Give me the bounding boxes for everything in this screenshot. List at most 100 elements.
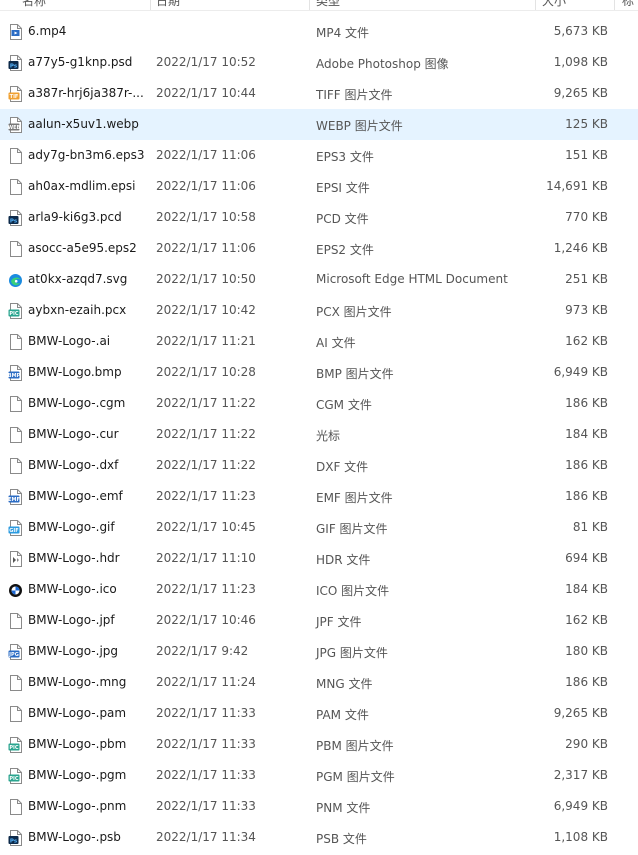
file-name: BMW-Logo-.pgm bbox=[28, 768, 127, 782]
file-date: 2022/1/17 10:44 bbox=[156, 86, 256, 100]
file-name: ady7g-bn3m6.eps3 bbox=[28, 148, 145, 162]
column-name[interactable]: 名称 bbox=[22, 0, 46, 9]
file-type: EPSI 文件 bbox=[316, 181, 370, 195]
file-row[interactable]: WEB aalun-x5uv1.webp WEBP 图片文件 125 KB bbox=[0, 109, 638, 140]
file-size: 1,108 KB bbox=[553, 830, 608, 844]
blank-file-icon bbox=[8, 179, 23, 195]
column-type[interactable]: 类型 bbox=[316, 0, 340, 9]
column-divider[interactable] bbox=[150, 0, 151, 10]
file-name: a77y5-g1knp.psd bbox=[28, 55, 133, 69]
file-date: 2022/1/17 11:06 bbox=[156, 148, 256, 162]
svg-text:WEB: WEB bbox=[8, 125, 21, 131]
file-name: BMW-Logo-.cur bbox=[28, 427, 119, 441]
column-date[interactable]: 日期 bbox=[156, 0, 180, 9]
file-name: BMW-Logo-.emf bbox=[28, 489, 123, 503]
file-size: 1,246 KB bbox=[553, 241, 608, 255]
file-row[interactable]: Ps BMW-Logo-.psb 2022/1/17 11:34 PSB 文件 1,10… bbox=[0, 822, 638, 853]
file-type: PCD 文件 bbox=[316, 212, 369, 226]
file-type: TIFF 图片文件 bbox=[316, 88, 393, 102]
file-row[interactable]: BMW-Logo-.ico 2022/1/17 11:23 ICO 图片文件 184 … bbox=[0, 574, 638, 605]
file-row[interactable]: BMP BMW-Logo.bmp 2022/1/17 10:28 BMP 图片文件 6,… bbox=[0, 357, 638, 388]
file-row[interactable]: EMF BMW-Logo-.emf 2022/1/17 11:23 EMF 图片文件 1… bbox=[0, 481, 638, 512]
file-name: ah0ax-mdlim.epsi bbox=[28, 179, 136, 193]
file-size: 6,949 KB bbox=[553, 799, 608, 813]
file-size: 180 KB bbox=[565, 644, 608, 658]
file-type: EPS2 文件 bbox=[316, 243, 374, 257]
file-size: 770 KB bbox=[565, 210, 608, 224]
column-tags[interactable]: 标 bbox=[622, 0, 634, 9]
file-date: 2022/1/17 11:22 bbox=[156, 427, 256, 441]
file-name: aalun-x5uv1.webp bbox=[28, 117, 139, 131]
gif-file-icon: GIF bbox=[8, 520, 23, 536]
file-type: PSB 文件 bbox=[316, 832, 367, 846]
photoshop-file-icon: Ps bbox=[8, 55, 23, 71]
file-row[interactable]: PIC BMW-Logo-.pbm 2022/1/17 11:33 PBM 图片文件 2… bbox=[0, 729, 638, 760]
file-row[interactable]: BMW-Logo-.cur 2022/1/17 11:22 光标 184 KB bbox=[0, 419, 638, 450]
file-name: BMW-Logo-.pam bbox=[28, 706, 127, 720]
file-row[interactable]: PIC aybxn-ezaih.pcx 2022/1/17 10:42 PCX 图片文… bbox=[0, 295, 638, 326]
file-date: 2022/1/17 11:24 bbox=[156, 675, 256, 689]
svg-text:JPG: JPG bbox=[8, 652, 19, 658]
blank-file-icon bbox=[8, 613, 23, 629]
file-type: 光标 bbox=[316, 429, 341, 443]
file-name: BMW-Logo-.dxf bbox=[28, 458, 119, 472]
file-date: 2022/1/17 11:33 bbox=[156, 706, 256, 720]
file-type: CGM 文件 bbox=[316, 398, 372, 412]
column-size[interactable]: 大小 bbox=[542, 0, 566, 9]
file-type: PBM 图片文件 bbox=[316, 739, 394, 753]
file-type: GIF 图片文件 bbox=[316, 522, 388, 536]
file-list: 6.mp4 MP4 文件 5,673 KB Ps a77y5-g1knp.psd 2022… bbox=[0, 16, 638, 853]
edge-icon bbox=[8, 272, 23, 288]
file-row[interactable]: BMW-Logo-.jpf 2022/1/17 10:46 JPF 文件 162 KB bbox=[0, 605, 638, 636]
svg-text:PIC: PIC bbox=[9, 745, 19, 751]
file-row[interactable]: ady7g-bn3m6.eps3 2022/1/17 11:06 EPS3 文件 15… bbox=[0, 140, 638, 171]
file-date: 2022/1/17 10:28 bbox=[156, 365, 256, 379]
file-name: BMW-Logo-.gif bbox=[28, 520, 115, 534]
file-row[interactable]: BMW-Logo-.pam 2022/1/17 11:33 PAM 文件 9,265 … bbox=[0, 698, 638, 729]
column-divider[interactable] bbox=[309, 0, 310, 10]
svg-text:Ps: Ps bbox=[10, 838, 18, 844]
file-row[interactable]: asocc-a5e95.eps2 2022/1/17 11:06 EPS2 文件 1,… bbox=[0, 233, 638, 264]
column-divider[interactable] bbox=[535, 0, 536, 10]
photoshop-file-icon: Ps bbox=[8, 830, 23, 846]
file-name: at0kx-azqd7.svg bbox=[28, 272, 128, 286]
blank-file-icon bbox=[8, 334, 23, 350]
file-date: 2022/1/17 11:10 bbox=[156, 551, 256, 565]
svg-text:PIC: PIC bbox=[9, 311, 19, 317]
file-type: WEBP 图片文件 bbox=[316, 119, 403, 133]
file-date: 2022/1/17 11:06 bbox=[156, 179, 256, 193]
file-row[interactable]: BMW-Logo-.pnm 2022/1/17 11:33 PNM 文件 6,949 … bbox=[0, 791, 638, 822]
svg-text:BMP: BMP bbox=[8, 373, 21, 379]
file-date: 2022/1/17 11:22 bbox=[156, 396, 256, 410]
svg-text:EMF: EMF bbox=[8, 497, 20, 503]
blank-file-icon bbox=[8, 706, 23, 722]
file-row[interactable]: ah0ax-mdlim.epsi 2022/1/17 11:06 EPSI 文件 14… bbox=[0, 171, 638, 202]
file-row[interactable]: PIC BMW-Logo-.pgm 2022/1/17 11:33 PGM 图片文件 2… bbox=[0, 760, 638, 791]
file-row[interactable]: BMW-Logo-.ai 2022/1/17 11:21 AI 文件 162 KB bbox=[0, 326, 638, 357]
file-row[interactable]: Ps arla9-ki6g3.pcd 2022/1/17 10:58 PCD 文件 77… bbox=[0, 202, 638, 233]
column-header: 名称 日期 类型 大小 标 bbox=[0, 0, 638, 11]
file-date: 2022/1/17 10:58 bbox=[156, 210, 256, 224]
file-row[interactable]: JPG BMW-Logo-.jpg 2022/1/17 9:42 JPG 图片文件 18… bbox=[0, 636, 638, 667]
column-divider[interactable] bbox=[614, 0, 615, 10]
file-row[interactable]: TIF a387r-hrj6ja387r-... 2022/1/17 10:44 TI… bbox=[0, 78, 638, 109]
blank-file-icon bbox=[8, 799, 23, 815]
svg-text:GIF: GIF bbox=[9, 528, 18, 534]
file-name: BMW-Logo-.jpg bbox=[28, 644, 119, 658]
file-size: 81 KB bbox=[572, 520, 608, 534]
file-type: DXF 文件 bbox=[316, 460, 369, 474]
file-date: 2022/1/17 11:33 bbox=[156, 768, 256, 782]
file-row[interactable]: BMW-Logo-.cgm 2022/1/17 11:22 CGM 文件 186 KB bbox=[0, 388, 638, 419]
file-row[interactable]: BMW-Logo-.hdr 2022/1/17 11:10 HDR 文件 694 KB bbox=[0, 543, 638, 574]
file-row[interactable]: Ps a77y5-g1knp.psd 2022/1/17 10:52 Adobe Ph… bbox=[0, 47, 638, 78]
file-type: EMF 图片文件 bbox=[316, 491, 393, 505]
file-size: 5,673 KB bbox=[553, 24, 608, 38]
file-row[interactable]: at0kx-azqd7.svg 2022/1/17 10:50 Microsoft … bbox=[0, 264, 638, 295]
file-row[interactable]: 6.mp4 MP4 文件 5,673 KB bbox=[0, 16, 638, 47]
file-row[interactable]: GIF BMW-Logo-.gif 2022/1/17 10:45 GIF 图片文件 8… bbox=[0, 512, 638, 543]
file-row[interactable]: BMW-Logo-.dxf 2022/1/17 11:22 DXF 文件 186 KB bbox=[0, 450, 638, 481]
file-row[interactable]: BMW-Logo-.mng 2022/1/17 11:24 MNG 文件 186 KB bbox=[0, 667, 638, 698]
blank-file-icon bbox=[8, 241, 23, 257]
file-type: PAM 文件 bbox=[316, 708, 369, 722]
file-name: arla9-ki6g3.pcd bbox=[28, 210, 122, 224]
